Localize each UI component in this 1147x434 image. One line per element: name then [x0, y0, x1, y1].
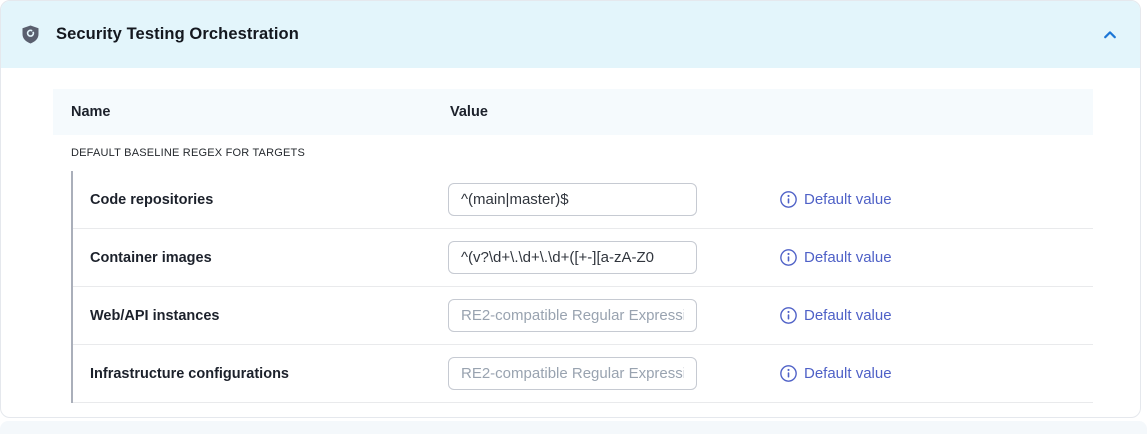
table-row-container-images: Container images Default value: [73, 229, 1093, 287]
default-value-label: Default value: [804, 365, 892, 382]
next-section-band[interactable]: [0, 421, 1147, 434]
regex-input-code-repositories[interactable]: [448, 183, 697, 216]
table-header-row: Name Value: [53, 89, 1093, 135]
default-value-label: Default value: [804, 307, 892, 324]
regex-input-web-api-instances[interactable]: [448, 299, 697, 332]
row-label: Infrastructure configurations: [90, 366, 448, 382]
security-testing-orchestration-panel: Security Testing Orchestration Name Valu…: [0, 0, 1141, 418]
info-icon: [780, 307, 797, 324]
info-icon: [780, 249, 797, 266]
shield-gear-icon: [22, 25, 39, 44]
column-header-value: Value: [450, 104, 488, 120]
panel-header[interactable]: Security Testing Orchestration: [1, 1, 1140, 68]
table-row-code-repositories: Code repositories Default value: [73, 171, 1093, 229]
regex-input-container-images[interactable]: [448, 241, 697, 274]
column-header-name: Name: [71, 104, 450, 120]
default-value-link[interactable]: Default value: [780, 191, 892, 208]
default-value-link[interactable]: Default value: [780, 307, 892, 324]
row-label: Code repositories: [90, 192, 448, 208]
section-label: DEFAULT BASELINE REGEX FOR TARGETS: [53, 135, 1093, 171]
rows-group: Code repositories Default value Containe…: [71, 171, 1093, 403]
default-value-label: Default value: [804, 191, 892, 208]
panel-title: Security Testing Orchestration: [56, 25, 299, 44]
row-label: Web/API instances: [90, 308, 448, 324]
info-icon: [780, 191, 797, 208]
row-label: Container images: [90, 250, 448, 266]
table-row-web-api-instances: Web/API instances Default value: [73, 287, 1093, 345]
chevron-up-icon[interactable]: [1101, 26, 1119, 44]
info-icon: [780, 365, 797, 382]
table-row-infrastructure-configurations: Infrastructure configurations Default va…: [73, 345, 1093, 403]
default-value-link[interactable]: Default value: [780, 249, 892, 266]
settings-table: Name Value DEFAULT BASELINE REGEX FOR TA…: [53, 89, 1093, 403]
default-value-link[interactable]: Default value: [780, 365, 892, 382]
regex-input-infrastructure-configurations[interactable]: [448, 357, 697, 390]
default-value-label: Default value: [804, 249, 892, 266]
